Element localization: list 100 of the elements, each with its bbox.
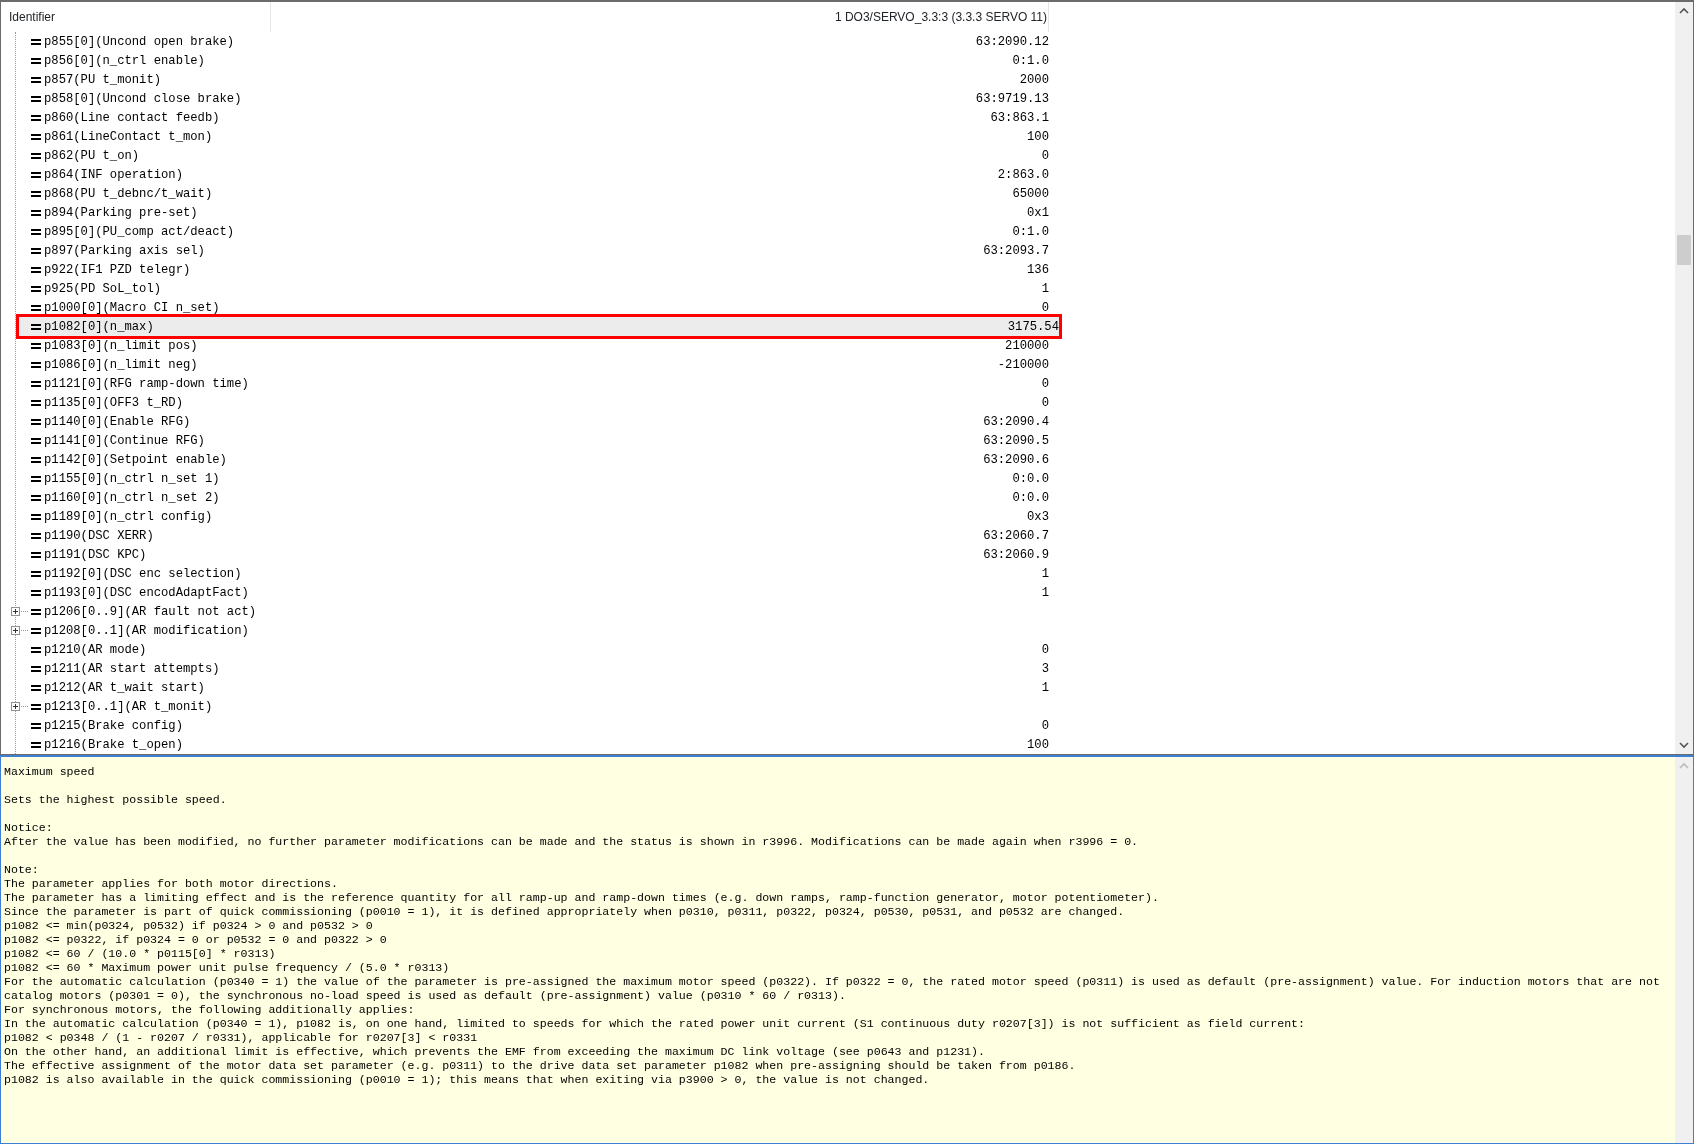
parameter-name[interactable]: p1213[0..1](AR t_monit) (44, 699, 213, 714)
parameter-icon (31, 436, 41, 445)
parameter-name[interactable]: p855[0](Uncond open brake) (44, 34, 235, 49)
description-line: After the value has been modified, no further parameter modifications can be made and the status is shown in r3996. Modifications can be made again when r3996 = 0. (4, 835, 1140, 849)
parameter-icon (31, 645, 41, 654)
parameter-value: 63:863.1 (990, 110, 1049, 125)
parameter-name[interactable]: p1142[0](Setpoint enable) (44, 452, 227, 467)
parameter-value: 136 (1027, 262, 1049, 277)
parameter-name[interactable]: p1121[0](RFG ramp-down time) (44, 376, 249, 391)
parameter-name[interactable]: p1000[0](Macro CI n_set) (44, 300, 220, 315)
parameter-name[interactable]: p860(Line contact feedb) (44, 110, 220, 125)
expand-icon[interactable] (11, 702, 20, 711)
parameter-name[interactable]: p1206[0..9](AR fault not act) (44, 604, 257, 619)
parameter-name[interactable]: p868(PU t_debnc/t_wait) (44, 186, 213, 201)
parameter-icon (31, 246, 41, 255)
parameter-value: 100 (1027, 129, 1049, 144)
parameter-name[interactable]: p1215(Brake config) (44, 718, 183, 733)
parameter-value: 65000 (1012, 186, 1049, 201)
scroll-up-icon[interactable] (1679, 7, 1689, 15)
parameter-icon (31, 341, 41, 350)
scroll-down-icon[interactable] (1679, 741, 1689, 749)
parameter-icon (31, 227, 41, 236)
parameter-value: 1 (1041, 680, 1049, 695)
parameter-icon (31, 189, 41, 198)
parameter-value: 0:1.0 (1012, 53, 1049, 68)
parameter-name[interactable]: p1155[0](n_ctrl n_set 1) (44, 471, 220, 486)
parameter-name[interactable]: p1216(Brake t_open) (44, 737, 183, 752)
scrollbar[interactable] (1675, 757, 1693, 1143)
parameter-name[interactable]: p861(LineContact t_mon) (44, 129, 213, 144)
parameter-name[interactable]: p857(PU t_monit) (44, 72, 162, 87)
selected-row[interactable]: p1082[0](n_max) 3175.54 (19, 317, 1059, 336)
parameter-icon (31, 284, 41, 293)
parameter-name[interactable]: p1083[0](n_limit pos) (44, 338, 198, 353)
parameter-name[interactable]: p1160[0](n_ctrl n_set 2) (44, 490, 220, 505)
parameter-name[interactable]: p1189[0](n_ctrl config) (44, 509, 213, 524)
parameter-name[interactable]: p925(PD SoL_tol) (44, 281, 162, 296)
parameter-name[interactable]: p1135[0](OFF3 t_RD) (44, 395, 183, 410)
parameter-value: 0x3 (1027, 509, 1049, 524)
parameter-value: 0:0.0 (1012, 490, 1049, 505)
parameter-name[interactable]: p1140[0](Enable RFG) (44, 414, 191, 429)
parameter-name[interactable]: p1086[0](n_limit neg) (44, 357, 198, 372)
parameter-value: 210000 (1005, 338, 1049, 353)
parameter-name[interactable]: p895[0](PU_comp act/deact) (44, 224, 235, 239)
parameter-icon (31, 493, 41, 502)
parameter-icon (31, 512, 41, 521)
parameter-name[interactable]: p1208[0..1](AR modification) (44, 623, 249, 638)
parameter-value: 0:0.0 (1012, 471, 1049, 486)
parameter-icon (31, 607, 41, 616)
parameter-icon (31, 37, 41, 46)
parameter-name[interactable]: p894(Parking pre-set) (44, 205, 198, 220)
parameter-value: 0 (1041, 300, 1049, 315)
parameter-name[interactable]: p1141[0](Continue RFG) (44, 433, 205, 448)
parameter-value: 63:2090.6 (983, 452, 1049, 467)
parameter-icon (31, 683, 41, 692)
scrollbar-thumb[interactable] (1677, 235, 1691, 265)
parameter-value: 0 (1041, 148, 1049, 163)
parameter-value: 63:2090.12 (975, 34, 1049, 49)
parameter-name[interactable]: p1210(AR mode) (44, 642, 147, 657)
parameter-value: 1 (1041, 585, 1049, 600)
parameter-name[interactable]: p1191(DSC KPC) (44, 547, 147, 562)
description-line: The effective assignment of the motor data set parameter (e.g. p0311) to the drive data set parameter p1082 when pre-assigning should be taken from p0186. (4, 1059, 1077, 1073)
parameter-name[interactable]: p1211(AR start attempts) (44, 661, 220, 676)
parameter-name[interactable]: p856[0](n_ctrl enable) (44, 53, 205, 68)
parameter-value: 3 (1041, 661, 1049, 676)
scrollbar[interactable] (1675, 2, 1693, 754)
parameter-name[interactable]: p858[0](Uncond close brake) (44, 91, 242, 106)
parameter-value: 0 (1041, 395, 1049, 410)
parameter-icon (31, 398, 41, 407)
parameter-name[interactable]: p1193[0](DSC encodAdaptFact) (44, 585, 249, 600)
parameter-name[interactable]: p1212(AR t_wait start) (44, 680, 205, 695)
parameter-value: 63:2090.4 (983, 414, 1049, 429)
column-header[interactable]: 1 DO3/SERVO_3.3:3 (3.3.3 SERVO 11) (271, 2, 1049, 32)
parameter-name[interactable]: p1192[0](DSC enc selection) (44, 566, 242, 581)
parameter-name[interactable]: p862(PU t_on) (44, 148, 140, 163)
expand-icon[interactable] (11, 607, 20, 616)
description-line: The parameter applies for both motor directions. (4, 877, 339, 891)
description-line: For synchronous motors, the following additionally applies: (4, 1003, 416, 1017)
description-line: The parameter has a limiting effect and is the reference quantity for all ramp-up and ramp-down times (e.g. down ramps, ramp-function generator, motor potentiometer). (4, 891, 1160, 905)
parameter-name[interactable]: p897(Parking axis sel) (44, 243, 205, 258)
description-line: Sets the highest possible speed. (4, 793, 228, 807)
parameter-icon (31, 664, 41, 673)
parameter-icon (31, 626, 41, 635)
parameter-icon (31, 265, 41, 274)
parameter-icon (31, 94, 41, 103)
expand-icon[interactable] (11, 626, 20, 635)
parameter-icon (31, 588, 41, 597)
parameter-value: 63:2093.7 (983, 243, 1049, 258)
parameter-name[interactable]: p1082[0](n_max) (44, 319, 154, 334)
description-line: Maximum speed (4, 765, 96, 779)
description-line: p1082 <= p0322, if p0324 = 0 or p0532 = 0 and p0322 > 0 (4, 933, 388, 947)
description-line: p1082 is also available in the quick commissioning (p0010 = 1); this means that when exiting via p3900 > 0, the value is not changed. (4, 1073, 931, 1087)
parameter-name[interactable]: p1190(DSC XERR) (44, 528, 154, 543)
parameter-icon (31, 113, 41, 122)
description-line: Note: (4, 863, 40, 877)
parameter-name[interactable]: p864(INF operation) (44, 167, 183, 182)
parameter-icon (31, 322, 41, 331)
parameter-name[interactable]: p922(IF1 PZD telegr) (44, 262, 191, 277)
description-line: catalog motors (p0301 = 0), the synchronous no-load speed is used as default (pre-assignment) value (p0310 * 60 / r0313). (4, 989, 847, 1003)
parameter-value: 0:1.0 (1012, 224, 1049, 239)
column-header[interactable]: Identifier (1, 2, 271, 32)
